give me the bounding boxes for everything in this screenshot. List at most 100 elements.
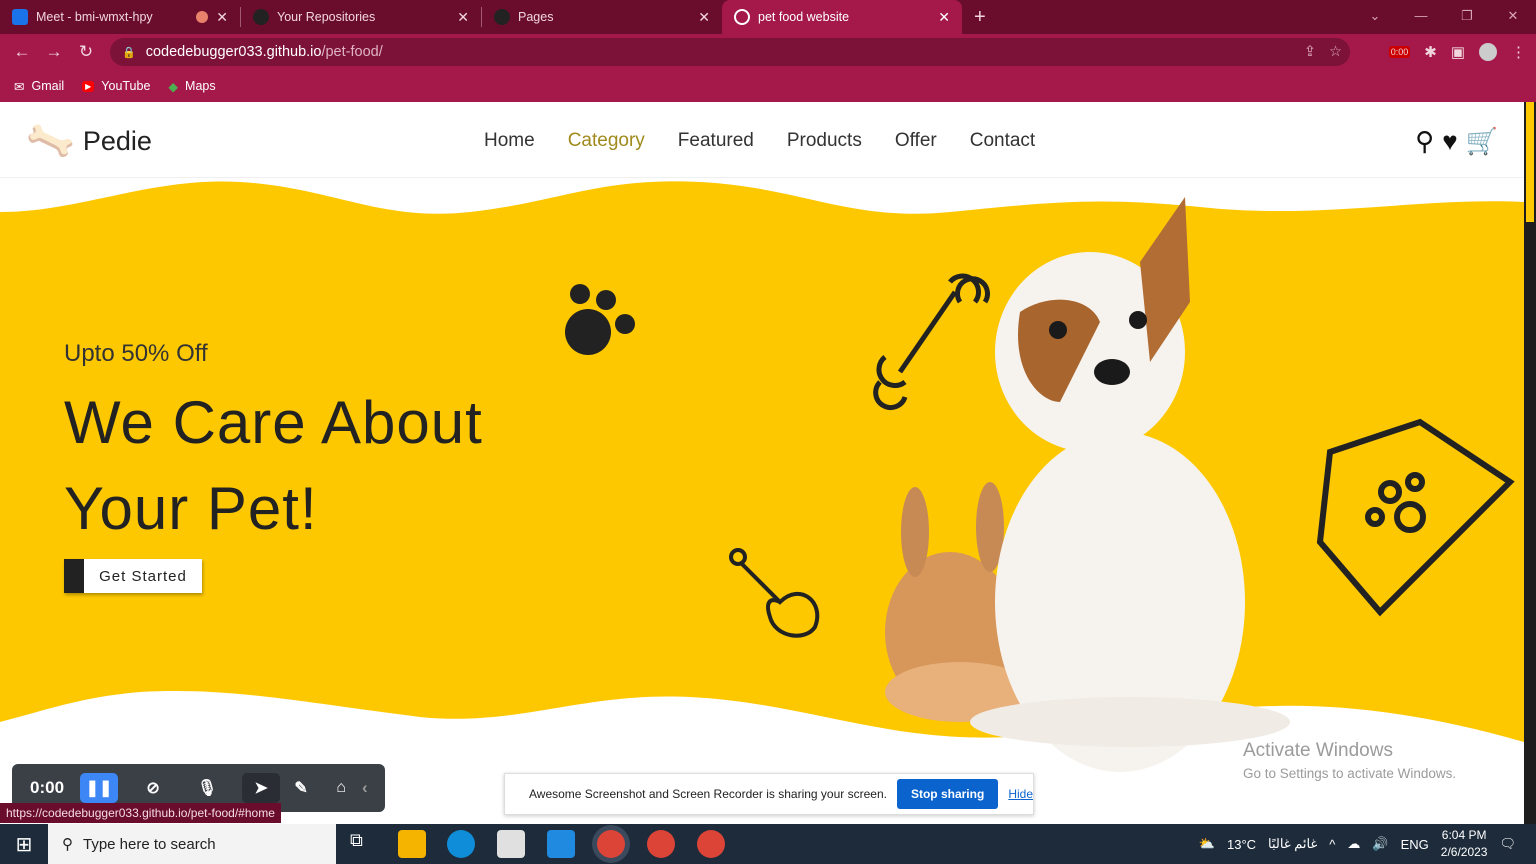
edge-icon[interactable] [447,830,475,858]
mail-icon[interactable] [547,830,575,858]
tray-chevron-icon[interactable]: ^ [1329,837,1335,852]
tab-strip: Meet - bmi-wmxt-hpy ✕ Your Repositories ✕ … [0,0,1536,34]
search-placeholder: Type here to search [83,835,216,853]
gmail-icon: ✉ [14,79,25,94]
side-panel-icon[interactable]: ▣ [1451,43,1465,61]
main-nav: Home Category Featured Products Offer Co… [484,130,1035,152]
chrome-icon[interactable] [597,830,625,858]
tab-search-icon[interactable]: ⌄ [1352,0,1398,32]
windows-start-icon[interactable]: ⊞ [0,832,48,857]
nav-featured[interactable]: Featured [678,130,754,152]
nav-contact[interactable]: Contact [970,130,1035,152]
page-scrollbar[interactable] [1524,102,1536,824]
eraser-tool-icon[interactable]: ⌂ [322,773,360,803]
weather-text[interactable]: غائم غالبًا [1268,836,1317,852]
hero-title-line1: We Care About [64,389,483,456]
url-host: codedebugger033.github.io [145,44,322,60]
bookmark-star-icon[interactable]: ☆ [1329,44,1342,60]
screen-share-bar: Awesome Screenshot and Screen Recorder i… [504,773,1034,815]
bookmark-label: Gmail [31,79,65,93]
nav-products[interactable]: Products [787,130,862,152]
tab-title: Meet - bmi-wmxt-hpy [36,10,153,24]
date: 2/6/2023 [1440,845,1488,859]
chrome-icon[interactable] [697,830,725,858]
tab-pages[interactable]: Pages ✕ [482,0,722,34]
hero-title: We Care About Your Pet! [64,380,483,552]
extensions-icon[interactable]: ✱ [1424,43,1437,61]
tab-title: Your Repositories [277,10,376,24]
bookmark-maps[interactable]: ◆ Maps [168,79,215,94]
search-icon: ⚲ [62,836,73,853]
tab-meet[interactable]: Meet - bmi-wmxt-hpy ✕ [0,0,240,34]
time: 6:04 PM [1441,828,1487,842]
bookmark-label: Maps [185,79,216,93]
file-explorer-icon[interactable] [398,830,426,858]
get-started-button[interactable]: Get Started [64,559,202,593]
share-icon[interactable]: ⇪ [1304,44,1316,60]
web-page: 🦴 Pedie Home Category Featured Products O… [0,102,1524,824]
bookmark-label: YouTube [101,79,151,93]
bookmark-youtube[interactable]: ▶ YouTube [82,79,150,93]
maps-icon: ◆ [168,79,179,94]
pointer-tool-icon[interactable]: ➤ [242,773,281,803]
nav-offer[interactable]: Offer [895,130,937,152]
weather-icon[interactable]: ⛅ [1199,836,1215,852]
github-icon [253,9,269,25]
logo-text: Pedie [82,125,152,156]
site-logo[interactable]: 🦴 Pedie [22,114,152,168]
nav-home[interactable]: Home [484,130,535,152]
bookmarks-bar: ✉ Gmail ▶ YouTube ◆ Maps [0,70,1536,102]
pen-tool-icon[interactable]: ✎ [282,773,320,803]
clock[interactable]: 6:04 PM 2/6/2023 [1441,827,1488,861]
back-button[interactable]: ← [6,42,38,62]
bone-logo-icon: 🦴 [22,113,79,168]
watermark-subtitle: Go to Settings to activate Windows. [1243,766,1457,781]
reload-button[interactable]: ↻ [70,42,102,62]
menu-icon[interactable]: ⋮ [1511,43,1526,61]
weather-temp[interactable]: 13°C [1227,837,1256,852]
site-header: 🦴 Pedie Home Category Featured Products O… [0,102,1524,178]
new-tab-button[interactable]: + [962,0,998,34]
collapse-chevron-icon[interactable]: ‹ [362,778,368,798]
close-tab-icon[interactable]: ✕ [457,9,469,26]
browser-toolbar: ← → ↻ 🔒 codedebugger033.github.io/pet-foo… [0,34,1536,70]
close-window-button[interactable]: ✕ [1490,0,1536,32]
tab-title: Pages [518,10,554,24]
tab-repositories[interactable]: Your Repositories ✕ [241,0,481,34]
task-view-icon[interactable]: ⧉ [350,830,378,858]
share-message: Awesome Screenshot and Screen Recorder i… [529,787,887,801]
language-indicator[interactable]: ENG [1401,837,1429,852]
search-icon[interactable]: ⚲ [1415,126,1434,157]
bookmark-gmail[interactable]: ✉ Gmail [14,79,64,94]
recording-icon [196,11,209,23]
hero-title-line2: Your Pet! [64,475,318,542]
pause-button[interactable]: ❚❚ [80,773,119,803]
cart-icon[interactable]: 🛒 [1466,126,1498,157]
notifications-icon[interactable]: 🗨 [1499,836,1516,852]
close-tab-icon[interactable]: ✕ [216,9,228,26]
profile-avatar[interactable] [1479,43,1497,61]
close-tab-icon[interactable]: ✕ [698,9,710,26]
watermark-title: Activate Windows [1243,740,1393,761]
forward-button[interactable]: → [38,42,70,62]
stop-sharing-button[interactable]: Stop sharing [896,779,999,809]
heart-icon[interactable]: ♥ [1442,126,1457,157]
volume-icon[interactable]: 🔊 [1372,836,1388,852]
hide-button[interactable]: Hide [1008,787,1033,801]
close-tab-icon[interactable]: ✕ [938,9,950,26]
mic-off-icon[interactable]: 🎙 [188,773,226,803]
taskbar-search[interactable]: ⚲ Type here to search [48,824,336,864]
minimize-button[interactable]: — [1398,0,1444,32]
tab-title: pet food website [758,10,850,24]
restore-button[interactable]: ❐ [1444,0,1490,32]
tab-pet-food[interactable]: pet food website ✕ [722,0,962,34]
store-icon[interactable] [497,830,525,858]
recorder-extension-icon[interactable]: 0:00 [1388,46,1411,58]
address-bar[interactable]: 🔒 codedebugger033.github.io/pet-food/ ⇪ ☆ [110,38,1350,66]
onedrive-icon[interactable]: ☁ [1347,836,1360,852]
camera-off-icon[interactable]: ⊘ [134,773,172,803]
nav-category[interactable]: Category [568,130,645,152]
github-icon [494,9,510,25]
chrome-icon[interactable] [647,830,675,858]
url-path: /pet-food/ [321,44,383,60]
